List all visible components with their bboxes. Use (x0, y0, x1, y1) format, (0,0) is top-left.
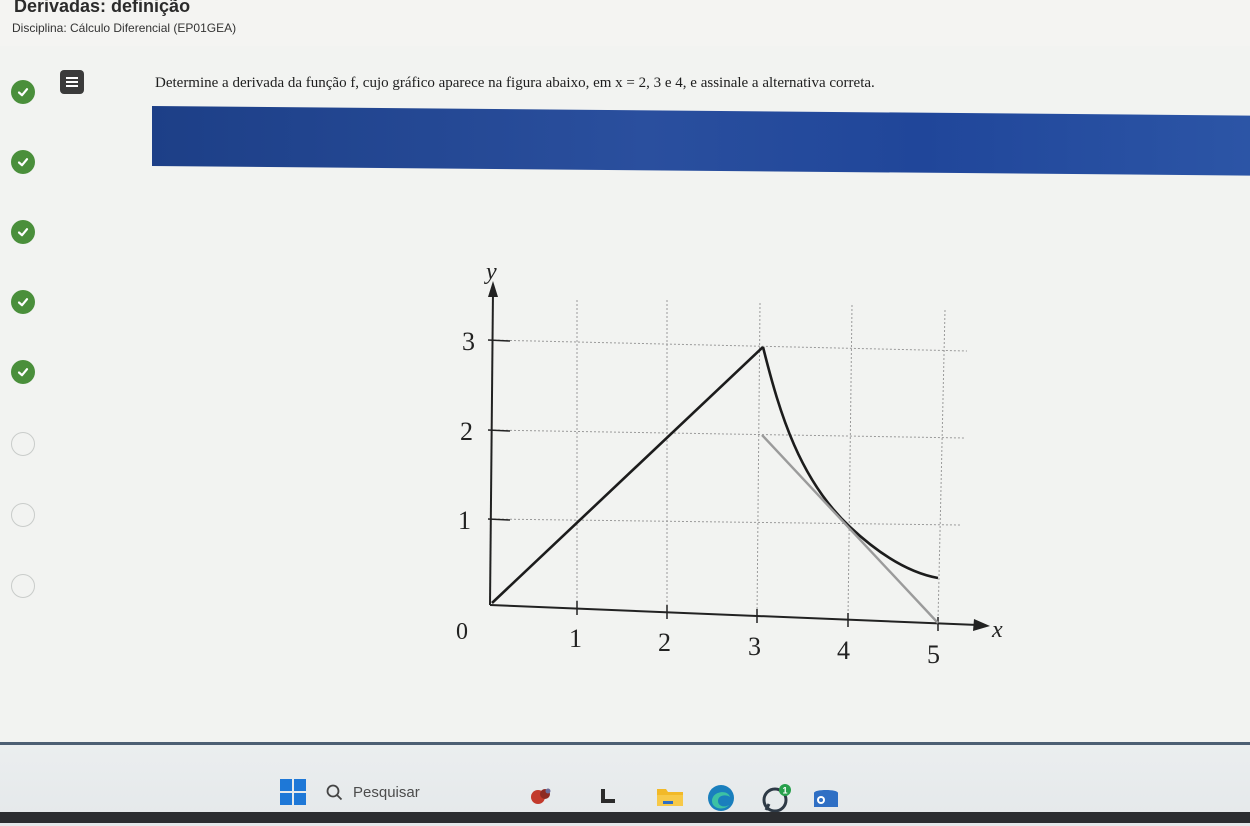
x-tick-label-5: 5 (927, 640, 940, 669)
empty-circle-icon (11, 503, 35, 527)
search-placeholder: Pesquisar (353, 783, 420, 801)
windows-start-icon[interactable] (280, 779, 306, 805)
tangent-line (761, 434, 939, 624)
whatsapp-icon[interactable]: 1 (760, 783, 791, 813)
x-tick-label-2: 2 (658, 628, 671, 657)
x-tick-label-1: 1 (569, 624, 582, 653)
x-tick-label-4: 4 (837, 636, 850, 665)
page-header: Derivadas: definição Disciplina: Cálculo… (0, 0, 1250, 46)
y-tick-1 (487, 518, 511, 521)
step-5[interactable] (9, 358, 37, 386)
step-3[interactable] (9, 218, 37, 246)
folder-icon[interactable] (655, 783, 683, 809)
app-icon[interactable] (812, 783, 838, 809)
answer-banner[interactable] (152, 106, 1250, 176)
function-line-segment (491, 346, 764, 604)
step-7[interactable] (9, 501, 37, 529)
notification-badge: 1 (782, 786, 787, 796)
step-1[interactable] (9, 78, 37, 106)
page-title: Derivadas: definição (14, 0, 191, 16)
menu-icon (66, 77, 78, 87)
gridline-x4 (847, 304, 853, 620)
x-axis (489, 604, 979, 626)
gridline-x5 (937, 309, 946, 622)
empty-circle-icon (11, 432, 35, 456)
edge-browser-icon[interactable] (706, 783, 734, 811)
y-tick-2 (487, 429, 511, 432)
check-icon (11, 290, 35, 314)
check-icon (11, 220, 35, 244)
file-explorer-icon[interactable] (597, 783, 623, 809)
origin-label: 0 (456, 619, 468, 645)
empty-circle-icon (11, 574, 35, 598)
search-box[interactable]: Pesquisar (325, 777, 515, 807)
y-axis (489, 290, 494, 606)
x-tick-label-3: 3 (748, 632, 761, 661)
step-2[interactable] (9, 148, 37, 176)
y-tick-label-1: 1 (458, 506, 471, 535)
gridline-y3 (489, 339, 968, 352)
step-8[interactable] (9, 572, 37, 600)
y-tick-3 (487, 339, 511, 342)
course-label: Disciplina: Cálculo Diferencial (EP01GEA… (12, 21, 237, 35)
gridline-y2 (489, 429, 966, 439)
x-axis-arrow (973, 619, 990, 631)
y-tick-label-2: 2 (460, 417, 473, 446)
check-icon (11, 150, 35, 174)
x-axis-label: x (991, 617, 1003, 643)
function-graph: y x 0 1 2 3 1 2 3 4 5 (430, 255, 1030, 680)
progress-list (0, 62, 80, 622)
check-icon (11, 360, 35, 384)
step-6[interactable] (9, 430, 37, 458)
widget-icon[interactable] (528, 783, 554, 809)
gridline-y1 (489, 518, 961, 526)
question-text: Determine a derivada da função f, cujo g… (155, 75, 875, 91)
y-axis-label: y (484, 259, 497, 285)
menu-button[interactable] (60, 70, 84, 94)
step-4[interactable] (9, 288, 37, 316)
bottom-bezel (0, 812, 1250, 823)
search-icon (326, 784, 343, 801)
y-tick-label-3: 3 (462, 327, 475, 356)
check-icon (11, 80, 35, 104)
